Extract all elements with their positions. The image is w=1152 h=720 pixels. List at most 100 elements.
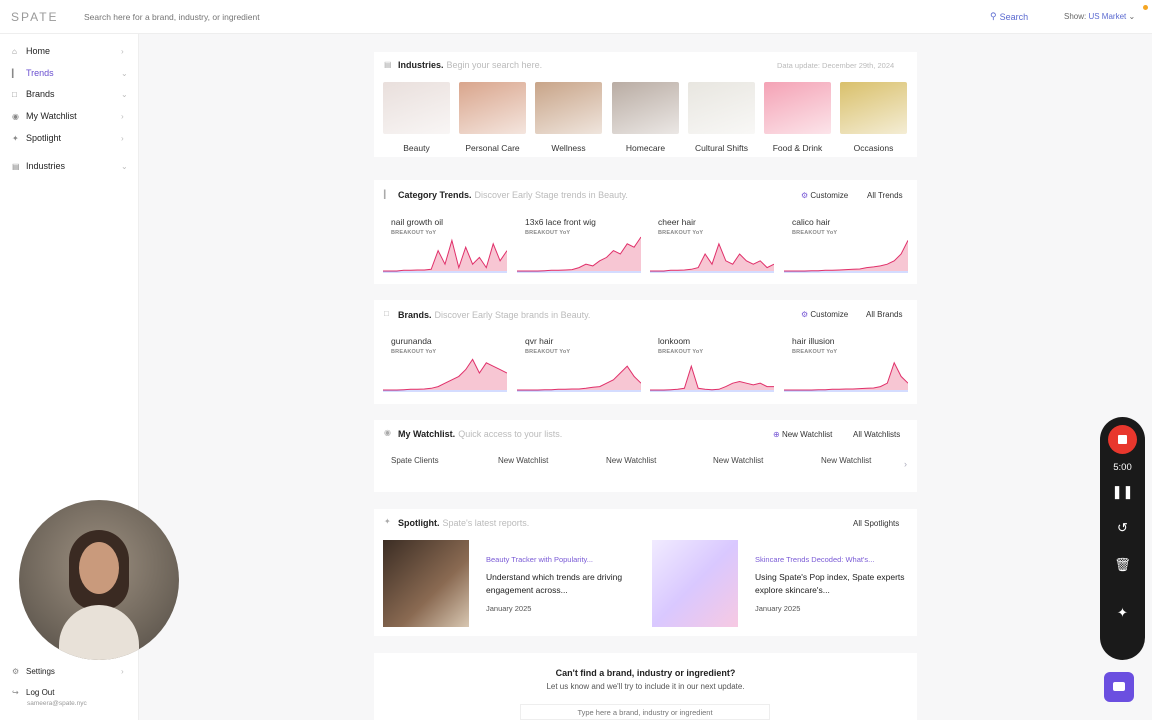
spotlight-icon: ✦	[384, 517, 391, 526]
brands-title: Brands. Discover Early Stage brands in Be…	[398, 310, 591, 320]
chevron-down-icon: ⌄	[121, 89, 128, 99]
spotlight-title: Spotlight. Spate's latest reports.	[398, 518, 530, 528]
eye-icon: ◉	[12, 111, 19, 121]
chevron-down-icon: ⌄	[121, 68, 128, 78]
sidebar-item-home[interactable]: ⌂ Home ›	[0, 42, 139, 60]
trend-card[interactable]: cheer hair BREAKOUT YoY	[650, 217, 774, 275]
watchlist-item[interactable]: New Watchlist	[713, 456, 763, 465]
watchlist-item[interactable]: New Watchlist	[498, 456, 548, 465]
sparkline-chart	[383, 358, 507, 392]
spotlight-icon: ✦	[12, 133, 19, 143]
sidebar-item-settings[interactable]: ⚙ Settings ›	[0, 662, 139, 680]
industry-image	[612, 82, 679, 134]
industry-beauty[interactable]: Beauty	[383, 82, 450, 153]
trends-icon: ▎	[12, 68, 19, 78]
chevron-down-icon: ⌄	[121, 161, 128, 171]
sparkline-area	[784, 240, 908, 271]
sidebar-item-spotlight[interactable]: ✦ Spotlight ›	[0, 129, 139, 147]
sparkline-area	[650, 366, 774, 390]
chat-support-button[interactable]	[1104, 672, 1134, 702]
industry-image	[383, 82, 450, 134]
category-trends-title: Category Trends. Discover Early Stage tre…	[398, 190, 628, 200]
sidebar-item-industries[interactable]: ▤ Industries ⌄	[0, 157, 139, 175]
customize-trends-button[interactable]: ⚙ Customize	[801, 191, 848, 200]
spate-logo[interactable]: SPATE	[0, 10, 62, 24]
all-spotlights-link[interactable]: All Spotlights	[853, 519, 899, 528]
brands-icon: □	[12, 89, 17, 99]
recording-controls: 5:00 ❚❚ ↺ 🗑 ✦	[1100, 417, 1145, 660]
chevron-down-icon: ⌄	[1128, 12, 1136, 21]
brand-card[interactable]: qvr hair BREAKOUT YoY	[517, 336, 641, 394]
spotlight-report-title[interactable]: Using Spate's Pop index, Spate experts e…	[755, 571, 905, 597]
sparkline-area	[517, 237, 641, 271]
brand-card[interactable]: hair illusion BREAKOUT YoY	[784, 336, 908, 394]
sparkline-chart	[784, 240, 908, 273]
customize-brands-button[interactable]: ⚙ Customize	[801, 310, 848, 319]
search-button[interactable]: ⚲ Search	[990, 11, 1028, 22]
industries-icon: ▤	[384, 60, 392, 69]
industries-icon: ▤	[12, 161, 20, 171]
all-watchlists-link[interactable]: All Watchlists	[853, 430, 900, 439]
trash-icon[interactable]: 🗑	[1100, 557, 1145, 573]
chevron-right-icon[interactable]: ›	[904, 459, 907, 469]
watchlist-item[interactable]: New Watchlist	[821, 456, 871, 465]
spotlight-report-title[interactable]: Understand which trends are driving enga…	[486, 571, 636, 597]
industry-cultural-shifts[interactable]: Cultural Shifts	[688, 82, 755, 153]
industry-personal-care[interactable]: Personal Care	[459, 82, 526, 153]
industry-image	[764, 82, 831, 134]
spotlight-date: January 2025	[486, 604, 532, 613]
chevron-right-icon: ›	[121, 133, 124, 143]
request-input[interactable]	[520, 704, 770, 720]
industry-wellness[interactable]: Wellness	[535, 82, 602, 153]
watchlist-item[interactable]: New Watchlist	[606, 456, 656, 465]
industry-food-drink[interactable]: Food & Drink	[764, 82, 831, 153]
user-email: sameera@spate.nyc	[27, 700, 87, 707]
new-watchlist-button[interactable]: ⊕ New Watchlist	[773, 430, 832, 439]
global-search-input[interactable]	[62, 11, 762, 22]
industry-image	[840, 82, 907, 134]
notification-dot	[1143, 5, 1148, 10]
gear-icon: ⚙	[801, 191, 809, 200]
spotlight-thumbnail[interactable]	[652, 540, 738, 627]
chevron-right-icon: ›	[121, 666, 124, 676]
watchlist-item[interactable]: Spate Clients	[391, 456, 439, 465]
request-question: Can't find a brand, industry or ingredie…	[555, 668, 736, 678]
trend-card[interactable]: nail growth oil BREAKOUT YoY	[383, 217, 507, 275]
stop-record-button[interactable]	[1108, 425, 1137, 454]
sidebar-item-watchlist[interactable]: ◉ My Watchlist ›	[0, 107, 139, 125]
gear-icon: ⚙	[12, 666, 20, 676]
webcam-overlay	[19, 500, 179, 660]
sidebar-item-trends[interactable]: ▎ Trends ⌄	[0, 64, 139, 82]
industry-image	[535, 82, 602, 134]
sparkline-area	[517, 366, 641, 390]
brand-card[interactable]: gurunanda BREAKOUT YoY	[383, 336, 507, 394]
restart-icon[interactable]: ↺	[1100, 520, 1145, 536]
logout-button[interactable]: ↪ Log Out	[0, 683, 139, 701]
pause-icon[interactable]: ❚❚	[1100, 484, 1145, 500]
home-icon: ⌂	[12, 46, 17, 56]
gear-icon: ⚙	[801, 310, 809, 319]
spotlight-category[interactable]: Skincare Trends Decoded: What's...	[755, 555, 874, 564]
chevron-right-icon: ›	[121, 46, 124, 56]
spotlight-thumbnail[interactable]	[383, 540, 469, 627]
sparkline-chart	[650, 242, 774, 273]
sparkline-chart	[517, 236, 641, 273]
trend-card[interactable]: 13x6 lace front wig BREAKOUT YoY	[517, 217, 641, 275]
trend-card[interactable]: calico hair BREAKOUT YoY	[784, 217, 908, 275]
sparkline-area	[650, 243, 774, 271]
brand-card[interactable]: lonkoom BREAKOUT YoY	[650, 336, 774, 394]
industry-homecare[interactable]: Homecare	[612, 82, 679, 153]
eye-icon: ◉	[384, 428, 391, 437]
industry-occasions[interactable]: Occasions	[840, 82, 907, 153]
market-selector[interactable]: Show: US Market ⌄	[1064, 12, 1135, 21]
sidebar-item-brands[interactable]: □ Brands ⌄	[0, 85, 139, 103]
presenter-face	[79, 542, 119, 594]
sparkline-chart	[383, 238, 507, 273]
all-brands-link[interactable]: All Brands	[866, 310, 902, 319]
data-update-label: Data update: December 29th, 2024	[777, 61, 895, 70]
spotlight-category[interactable]: Beauty Tracker with Popularity...	[486, 555, 593, 564]
industries-title: Industries. Begin your search here.	[398, 60, 543, 70]
top-bar: SPATE ⚲ Search Show: US Market ⌄	[0, 0, 1152, 34]
all-trends-link[interactable]: All Trends	[867, 191, 903, 200]
effects-icon[interactable]: ✦	[1100, 605, 1145, 621]
